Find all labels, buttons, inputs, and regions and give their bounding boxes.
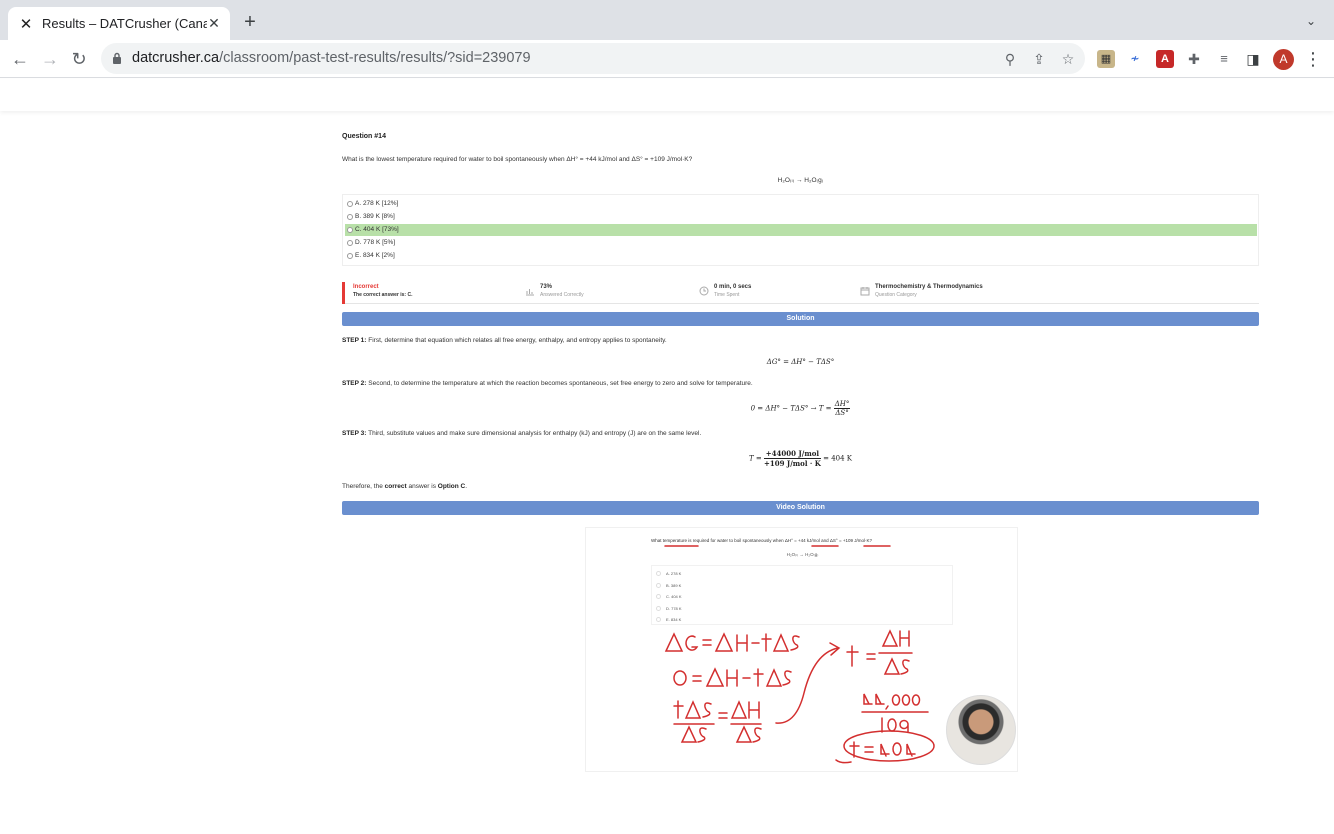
radio-icon[interactable] (347, 253, 353, 259)
option-a[interactable]: A. 278 K [12%] (345, 198, 1257, 210)
conclusion: Therefore, the correct answer is Option … (342, 483, 468, 490)
equation-substitution: T = +44000 J/mol +109 J/mol · K = 404 K (748, 449, 853, 468)
new-tab-plus-icon[interactable]: + (240, 12, 260, 32)
step-2: STEP 2: Second, to determine the tempera… (342, 380, 753, 387)
back-arrow-icon[interactable]: ← (10, 49, 30, 69)
radio-icon[interactable] (347, 227, 353, 233)
radio-icon[interactable] (347, 240, 353, 246)
address-bar[interactable]: datcrusher.ca/classroom/past-test-result… (101, 43, 1085, 74)
result-summary: Incorrect The correct answer is: C. 73% … (342, 282, 1259, 304)
question-title: Question #14 (342, 133, 386, 140)
radio-icon[interactable] (347, 214, 353, 220)
option-d[interactable]: D. 778 K [5%] (345, 237, 1257, 249)
radio-icon[interactable] (347, 201, 353, 207)
option-c-correct[interactable]: C. 404 K [73%] (345, 224, 1257, 236)
question-category: Thermochemistry & Thermodynamics Questio… (875, 284, 983, 298)
option-e[interactable]: E. 834 K [2%] (345, 250, 1257, 262)
presenter-avatar (946, 695, 1016, 765)
browser-tab-active[interactable]: ✕ Results – DATCrusher (Canadian ✕ (8, 7, 230, 40)
extensions-puzzle-icon[interactable]: ✚ (1185, 50, 1203, 68)
result-status: Incorrect The correct answer is: C. (353, 284, 413, 298)
tab-title: Results – DATCrusher (Canadian (42, 16, 207, 31)
reload-icon[interactable]: ↻ (69, 49, 89, 69)
browser-toolbar: ← → ↻ datcrusher.ca/classroom/past-test-… (0, 40, 1334, 78)
reaction-equation: H₂O₍ₗ₎ → H₂O₍g₎ (777, 177, 824, 184)
url-text: datcrusher.ca/classroom/past-test-result… (132, 50, 531, 66)
page-header-bar (0, 79, 1334, 111)
equation-temperature: 0 = ΔH° − TΔS° → T = ΔH° ΔS° (750, 400, 851, 417)
reading-list-icon[interactable]: ≡ (1215, 50, 1233, 68)
video-player[interactable]: What temperature is required for water t… (585, 527, 1018, 772)
percent-correct: 73% Answered Correctly (540, 284, 584, 298)
zoom-icon[interactable]: ⚲ (1001, 50, 1019, 68)
forward-arrow-icon[interactable]: → (40, 49, 60, 69)
tab-strip: ✕ Results – DATCrusher (Canadian ✕ + ⌄ (0, 0, 1334, 40)
calendar-icon (860, 287, 870, 296)
step-3: STEP 3: Third, substitute values and mak… (342, 430, 702, 437)
star-icon[interactable]: ☆ (1059, 50, 1077, 68)
incorrect-indicator (342, 282, 345, 304)
side-panel-icon[interactable]: ◨ (1244, 50, 1262, 68)
bar-chart-icon (526, 289, 534, 296)
tab-search-chevron-icon[interactable]: ⌄ (1306, 14, 1320, 28)
answer-options: A. 278 K [12%] B. 389 K [8%] C. 404 K [7… (342, 194, 1259, 266)
step-1: STEP 1: First, determine that equation w… (342, 337, 667, 344)
video-solution-banner: Video Solution (342, 501, 1259, 515)
equation-gibbs: ΔG° = ΔH° − TΔS° (766, 358, 835, 366)
option-b[interactable]: B. 389 K [8%] (345, 211, 1257, 223)
kebab-menu-icon[interactable]: ⋮ (1303, 49, 1323, 69)
time-spent: 0 min, 0 secs Time Spent (714, 284, 752, 298)
share-icon[interactable]: ⇪ (1030, 50, 1048, 68)
calculator-extension-icon[interactable]: ▦ (1097, 50, 1115, 68)
profile-avatar[interactable]: A (1273, 49, 1294, 70)
close-tab-icon[interactable]: ✕ (206, 15, 222, 31)
waveform-extension-icon[interactable]: ≁ (1126, 50, 1144, 68)
clock-icon (699, 286, 709, 296)
solution-banner: Solution (342, 312, 1259, 326)
pdf-extension-icon[interactable]: A (1156, 50, 1174, 68)
question-text: What is the lowest temperature required … (342, 156, 693, 163)
datcrusher-favicon-icon: ✕ (19, 15, 33, 33)
lock-icon (113, 52, 121, 64)
